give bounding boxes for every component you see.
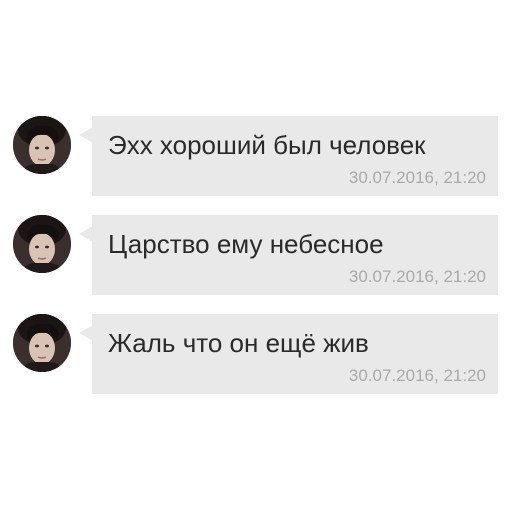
message-bubble[interactable]: Царство ему небесное 30.07.2016, 21:20: [92, 215, 498, 295]
message-text: Царство ему небесное: [108, 229, 384, 259]
message-item[interactable]: Жаль что он ещё жив 30.07.2016, 21:20: [0, 314, 512, 398]
message-text: Жаль что он ещё жив: [108, 328, 369, 358]
message-bubble[interactable]: Эхх хороший был человек 30.07.2016, 21:2…: [92, 116, 498, 196]
message-timestamp: 30.07.2016, 21:20: [348, 366, 486, 385]
message-bubble[interactable]: Жаль что он ещё жив 30.07.2016, 21:20: [92, 314, 498, 394]
avatar-photo-icon: [13, 116, 71, 174]
message-item[interactable]: Царство ему небесное 30.07.2016, 21:20: [0, 215, 512, 299]
message-item[interactable]: Эхх хороший был человек 30.07.2016, 21:2…: [0, 116, 512, 200]
avatar-photo-icon: [13, 314, 71, 372]
avatar-photo-icon: [13, 215, 71, 273]
avatar[interactable]: [13, 215, 71, 273]
bubble-tail: [79, 127, 93, 143]
avatar[interactable]: [13, 116, 71, 174]
message-timestamp: 30.07.2016, 21:20: [348, 267, 486, 286]
bubble-tail: [79, 226, 93, 242]
bubble-tail: [79, 325, 93, 341]
chat-thread: Эхх хороший был человек 30.07.2016, 21:2…: [0, 0, 512, 512]
message-text: Эхх хороший был человек: [108, 130, 426, 160]
avatar[interactable]: [13, 314, 71, 372]
message-timestamp: 30.07.2016, 21:20: [348, 168, 486, 187]
